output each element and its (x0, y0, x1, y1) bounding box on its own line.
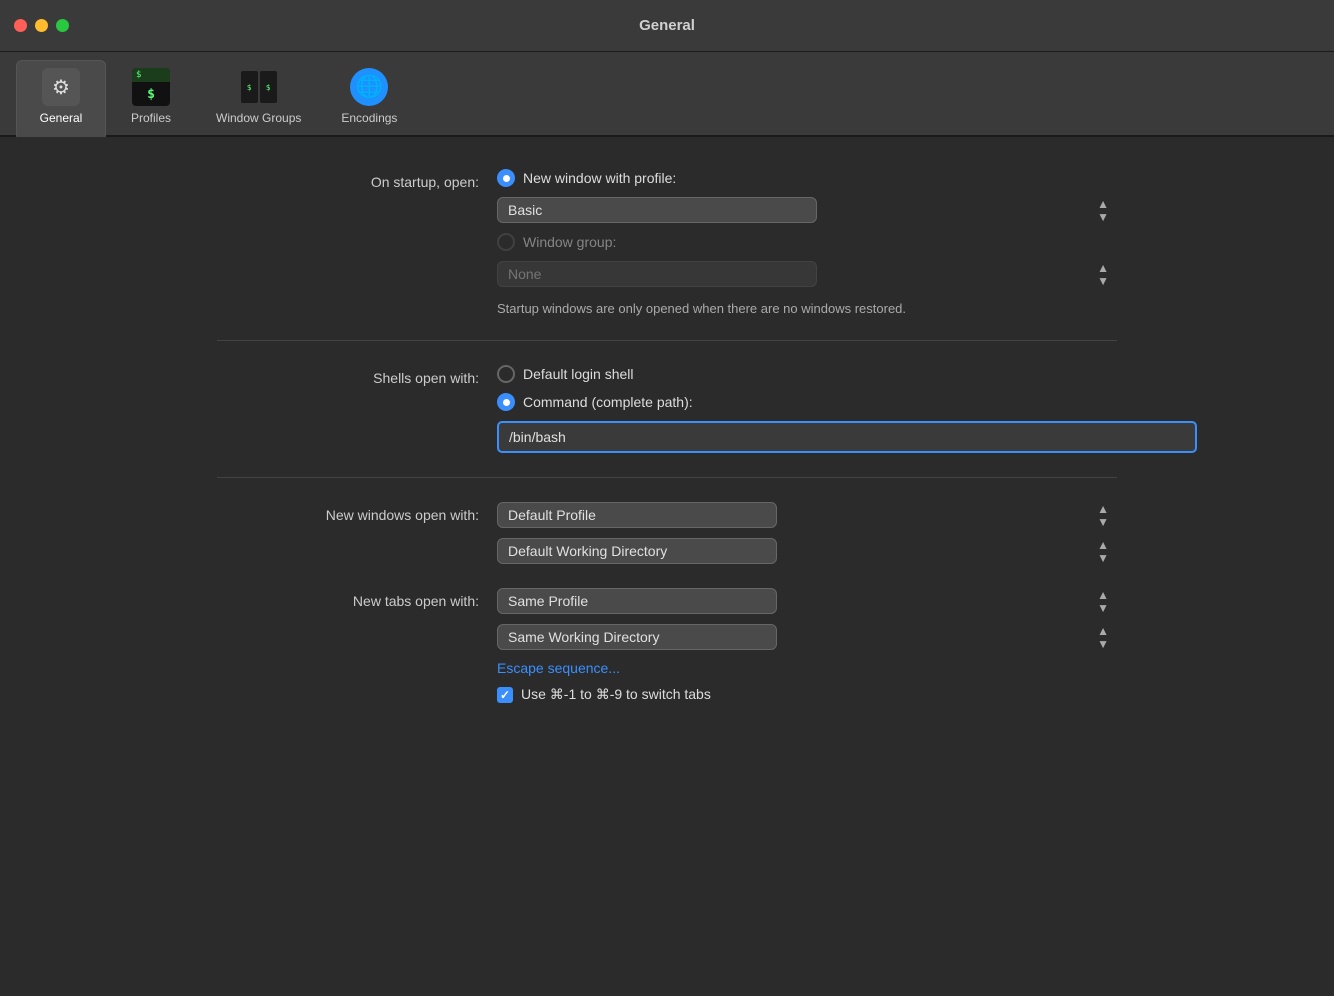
new-windows-profile-select[interactable]: Default Profile Basic (497, 502, 777, 528)
tab-window-groups-label: Window Groups (216, 111, 301, 125)
switch-tabs-checkbox[interactable] (497, 687, 513, 703)
startup-controls: New window with profile: Basic Default ▲… (497, 169, 1117, 316)
new-tabs-profile-arrow: ▲▼ (1097, 589, 1109, 614)
new-tabs-directory-arrow: ▲▼ (1097, 625, 1109, 650)
window-groups-icon: $ $ (239, 67, 279, 107)
new-windows-label: New windows open with: (217, 502, 497, 526)
escape-sequence-link[interactable]: Escape sequence... (497, 660, 1117, 676)
toolbar: ⚙ General $ $ Profiles $ $ Window Groups… (0, 52, 1334, 137)
switch-tabs-label: Use ⌘-1 to ⌘-9 to switch tabs (521, 686, 711, 703)
new-windows-directory-select[interactable]: Default Working Directory Home Directory… (497, 538, 777, 564)
command-input[interactable] (497, 421, 1197, 453)
window-group-radio[interactable] (497, 233, 515, 251)
window-group-select-arrow: ▲▼ (1097, 262, 1109, 287)
default-login-shell-row: Default login shell (497, 365, 1197, 383)
window-controls (14, 19, 69, 32)
encodings-icon: 🌐 (349, 67, 389, 107)
divider-2 (217, 477, 1117, 478)
divider-1 (217, 340, 1117, 341)
general-icon: ⚙ (41, 67, 81, 107)
new-windows-directory-wrapper: Default Working Directory Home Directory… (497, 538, 1117, 564)
default-login-shell-radio[interactable] (497, 365, 515, 383)
shells-row: Shells open with: Default login shell Co… (217, 365, 1117, 453)
switch-tabs-row: Use ⌘-1 to ⌘-9 to switch tabs (497, 686, 1117, 703)
tab-general-label: General (40, 111, 83, 125)
startup-info-text: Startup windows are only opened when the… (497, 301, 1117, 316)
new-windows-directory-arrow: ▲▼ (1097, 539, 1109, 564)
tab-profiles[interactable]: $ $ Profiles (106, 61, 196, 135)
window-title: General (639, 17, 695, 34)
new-windows-controls: Default Profile Basic ▲▼ Default Working… (497, 502, 1117, 564)
command-label: Command (complete path): (523, 394, 693, 410)
shells-label: Shells open with: (217, 365, 497, 389)
tab-encodings[interactable]: 🌐 Encodings (321, 61, 417, 135)
startup-row: On startup, open: New window with profil… (217, 169, 1117, 316)
main-content: On startup, open: New window with profil… (217, 137, 1117, 759)
new-window-radio[interactable] (497, 169, 515, 187)
new-tabs-label: New tabs open with: (217, 588, 497, 612)
profiles-icon: $ $ (131, 67, 171, 107)
new-window-radio-row: New window with profile: (497, 169, 1117, 187)
new-tabs-profile-wrapper: Same Profile Default Profile Basic ▲▼ (497, 588, 1117, 614)
command-radio-row: Command (complete path): (497, 393, 1197, 411)
tab-encodings-label: Encodings (341, 111, 397, 125)
new-tabs-directory-select[interactable]: Same Working Directory Default Working D… (497, 624, 777, 650)
tab-profiles-label: Profiles (131, 111, 171, 125)
maximize-button[interactable] (56, 19, 69, 32)
new-windows-profile-wrapper: Default Profile Basic ▲▼ (497, 502, 1117, 528)
startup-label: On startup, open: (217, 169, 497, 193)
tab-general[interactable]: ⚙ General (16, 60, 106, 137)
profile-select-arrow: ▲▼ (1097, 198, 1109, 223)
profile-select-wrapper: Basic Default ▲▼ (497, 197, 1117, 223)
new-tabs-controls: Same Profile Default Profile Basic ▲▼ Sa… (497, 588, 1117, 703)
new-tabs-profile-select[interactable]: Same Profile Default Profile Basic (497, 588, 777, 614)
command-radio[interactable] (497, 393, 515, 411)
new-window-radio-label: New window with profile: (523, 170, 676, 186)
window-group-select[interactable]: None (497, 261, 817, 287)
new-tabs-row: New tabs open with: Same Profile Default… (217, 588, 1117, 703)
new-windows-row: New windows open with: Default Profile B… (217, 502, 1117, 564)
shells-controls: Default login shell Command (complete pa… (497, 365, 1197, 453)
new-windows-profile-arrow: ▲▼ (1097, 503, 1109, 528)
new-tabs-directory-wrapper: Same Working Directory Default Working D… (497, 624, 1117, 650)
window-group-radio-label: Window group: (523, 234, 616, 250)
profile-select[interactable]: Basic Default (497, 197, 817, 223)
titlebar: General (0, 0, 1334, 52)
tab-window-groups[interactable]: $ $ Window Groups (196, 61, 321, 135)
window-group-radio-row: Window group: (497, 233, 1117, 251)
window-group-select-wrapper: None ▲▼ (497, 261, 1117, 287)
default-login-shell-label: Default login shell (523, 366, 634, 382)
close-button[interactable] (14, 19, 27, 32)
minimize-button[interactable] (35, 19, 48, 32)
